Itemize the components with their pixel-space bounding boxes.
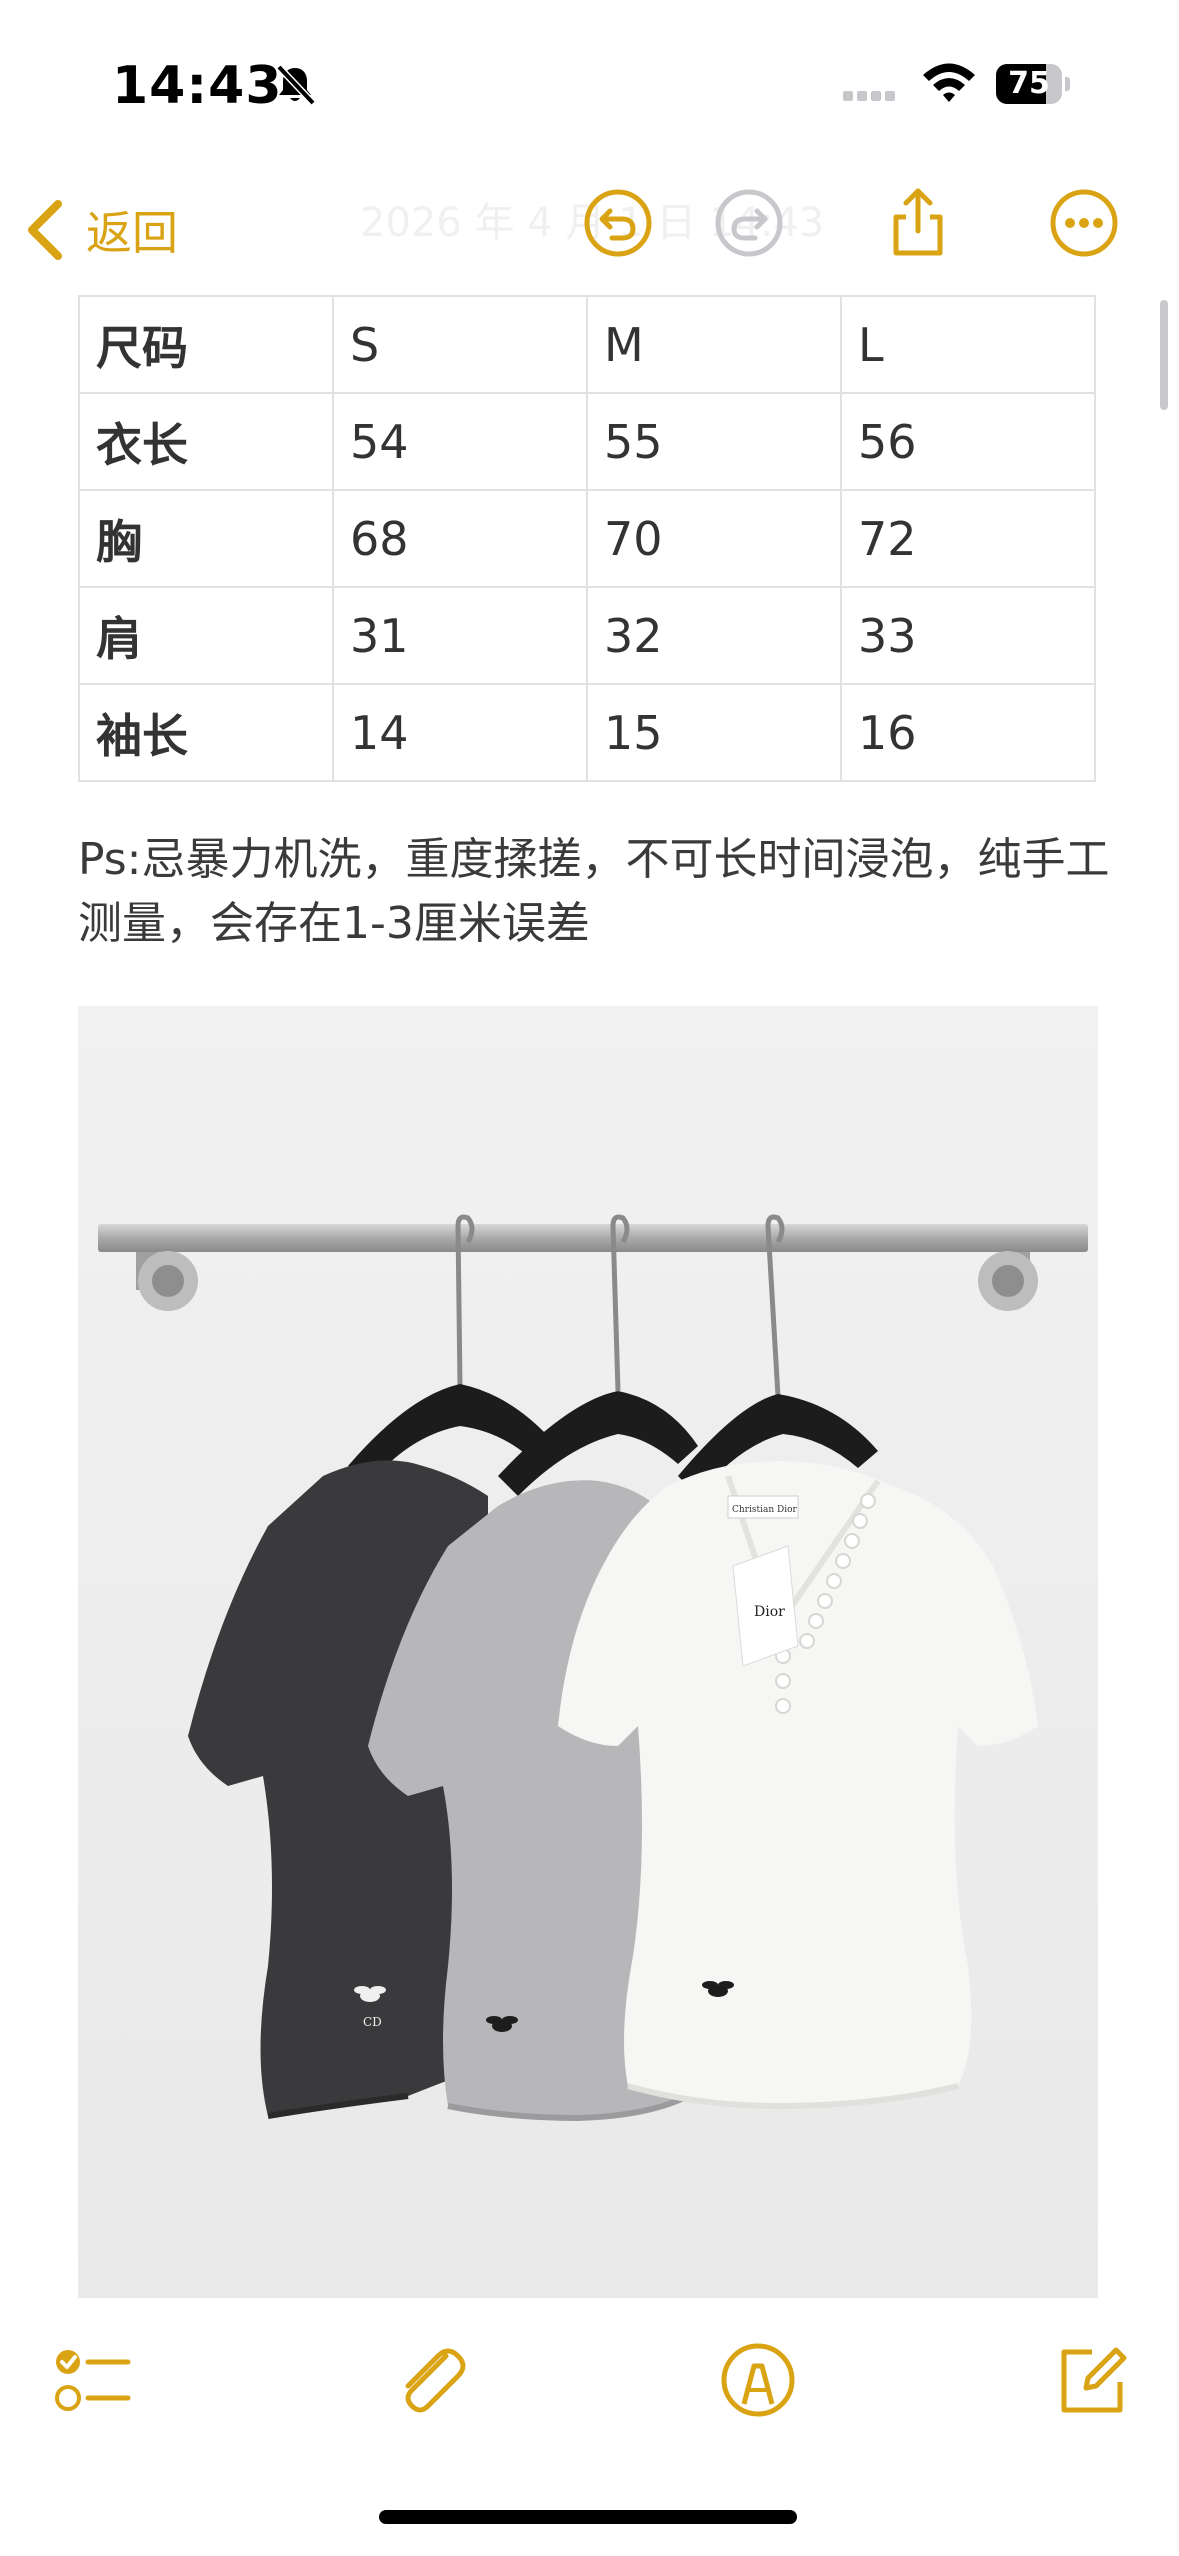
back-label: 返回 xyxy=(86,206,178,260)
back-button[interactable]: 返回 xyxy=(22,190,178,270)
size-table: 尺码 S M L 衣长 54 55 56 胸 68 70 72 肩 31 32 33 袖长 14 15 16 xyxy=(78,295,1096,782)
table-row: 尺码 S M L xyxy=(78,295,1096,394)
checklist-icon[interactable] xyxy=(52,2340,132,2420)
more-icon[interactable] xyxy=(1048,187,1120,259)
product-photo[interactable]: CD Christian Dior Dior xyxy=(78,1006,1098,2298)
clock: 14:43 xyxy=(112,56,283,116)
wifi-icon xyxy=(923,63,975,102)
note-text[interactable]: Ps:忌暴力机洗，重度揉搓，不可长时间浸泡，纯手工测量，会存在1-3厘米误差 xyxy=(78,828,1118,956)
redo-icon[interactable] xyxy=(713,187,785,259)
table-cell[interactable]: 72 xyxy=(840,489,1096,588)
table-cell[interactable]: 14 xyxy=(332,683,588,782)
row-header-cell[interactable]: 尺码 xyxy=(78,295,334,394)
table-cell[interactable]: 32 xyxy=(586,586,842,685)
share-icon[interactable] xyxy=(882,187,954,259)
row-header-cell[interactable]: 袖长 xyxy=(78,683,334,782)
table-cell[interactable]: 54 xyxy=(332,392,588,491)
table-row: 袖长 14 15 16 xyxy=(78,683,1096,782)
row-header-cell[interactable]: 胸 xyxy=(78,489,334,588)
embroidery-label: CD xyxy=(363,2015,382,2029)
home-indicator[interactable] xyxy=(379,2510,797,2524)
table-cell[interactable]: 68 xyxy=(332,489,588,588)
cellular-signal-icon xyxy=(843,86,899,105)
table-cell[interactable]: 55 xyxy=(586,392,842,491)
table-cell[interactable]: 31 xyxy=(332,586,588,685)
row-header-cell[interactable]: 肩 xyxy=(78,586,334,685)
table-cell[interactable]: 56 xyxy=(840,392,1096,491)
battery-percent: 75 xyxy=(1008,66,1050,101)
table-cell[interactable]: 33 xyxy=(840,586,1096,685)
paperclip-icon[interactable] xyxy=(390,2340,470,2420)
table-cell[interactable]: 16 xyxy=(840,683,1096,782)
scroll-indicator[interactable] xyxy=(1160,300,1168,410)
battery-icon: 75 xyxy=(996,64,1070,104)
status-bar: 14:43 75 xyxy=(0,0,1179,150)
table-row: 肩 31 32 33 xyxy=(78,586,1096,685)
table-cell[interactable]: M xyxy=(586,295,842,394)
table-cell[interactable]: L xyxy=(840,295,1096,394)
markup-pen-icon[interactable] xyxy=(718,2340,798,2420)
undo-icon[interactable] xyxy=(582,187,654,259)
bell-slash-icon xyxy=(276,64,316,106)
chevron-left-icon xyxy=(28,200,62,260)
table-row: 胸 68 70 72 xyxy=(78,489,1096,588)
row-header-cell[interactable]: 衣长 xyxy=(78,392,334,491)
navigation-bar: 返回 2026 年 4 月 1 日 14:43 xyxy=(0,170,1179,290)
tshirts-on-rack-illustration: CD Christian Dior Dior xyxy=(78,1006,1098,2298)
brand-label: Christian Dior xyxy=(732,1505,798,1515)
table-cell[interactable]: 15 xyxy=(586,683,842,782)
compose-icon[interactable] xyxy=(1052,2340,1132,2420)
table-cell[interactable]: S xyxy=(332,295,588,394)
table-cell[interactable]: 70 xyxy=(586,489,842,588)
table-row: 衣长 54 55 56 xyxy=(78,392,1096,491)
hang-tag-text: Dior xyxy=(754,1604,785,1620)
